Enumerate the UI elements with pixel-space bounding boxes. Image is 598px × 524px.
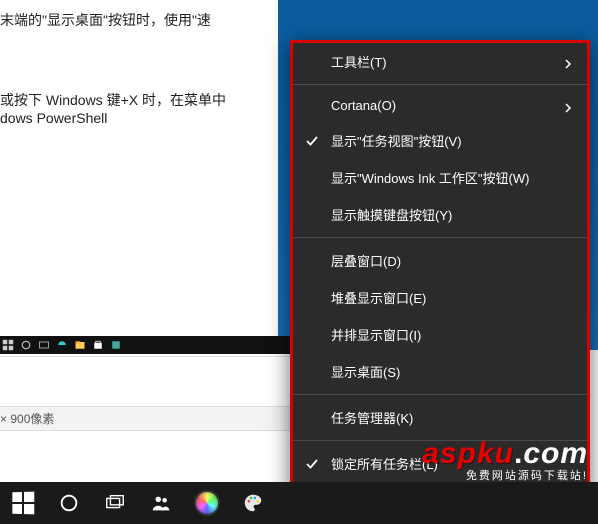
inset-cortana-icon xyxy=(20,339,32,351)
menu-cortana-label: Cortana(O) xyxy=(331,98,396,113)
menu-lock-taskbars[interactable]: 锁定所有任务栏(L) xyxy=(293,445,587,482)
background-document: 末端的"显示桌面"按钮时，使用"速 或按下 Windows 键+X 时，在菜单中… xyxy=(0,0,280,300)
menu-stacked[interactable]: 堆叠显示窗口(E) xyxy=(293,279,587,316)
menu-show-desktop[interactable]: 显示桌面(S) xyxy=(293,353,587,390)
people-icon xyxy=(150,492,172,514)
cortana-circle-icon xyxy=(58,492,80,514)
menu-show-touch-keyboard-label: 显示触摸键盘按钮(Y) xyxy=(331,205,452,224)
app-circle-icon xyxy=(194,490,220,516)
editor-status-bar: × 900像素 xyxy=(0,406,290,431)
people-button[interactable] xyxy=(138,482,184,524)
menu-toolbars[interactable]: 工具栏(T) xyxy=(293,43,587,80)
chevron-right-icon xyxy=(563,57,573,67)
menu-separator xyxy=(293,84,587,85)
windows-taskbar[interactable] xyxy=(0,482,598,524)
menu-stacked-label: 堆叠显示窗口(E) xyxy=(331,288,426,307)
pinned-paint[interactable] xyxy=(230,482,276,524)
inset-edge-icon xyxy=(56,339,68,351)
menu-lock-taskbars-label: 锁定所有任务栏(L) xyxy=(331,454,438,473)
menu-show-desktop-label: 显示桌面(S) xyxy=(331,362,400,381)
menu-cascade-label: 层叠窗口(D) xyxy=(331,251,401,270)
menu-cortana[interactable]: Cortana(O) xyxy=(293,89,587,122)
cortana-button[interactable] xyxy=(46,482,92,524)
menu-show-ink[interactable]: 显示"Windows Ink 工作区"按钮(W) xyxy=(293,159,587,196)
editor-status-text: × 900像素 xyxy=(0,412,54,426)
menu-sidebyside[interactable]: 并排显示窗口(I) xyxy=(293,316,587,353)
inset-store-icon xyxy=(92,339,104,351)
menu-show-taskview[interactable]: 显示"任务视图"按钮(V) xyxy=(293,122,587,159)
menu-cascade[interactable]: 层叠窗口(D) xyxy=(293,242,587,279)
inset-explorer-icon xyxy=(74,339,86,351)
menu-task-manager[interactable]: 任务管理器(K) xyxy=(293,399,587,436)
menu-show-touch-keyboard[interactable]: 显示触摸键盘按钮(Y) xyxy=(293,196,587,233)
menu-show-taskview-label: 显示"任务视图"按钮(V) xyxy=(331,131,462,150)
menu-toolbars-label: 工具栏(T) xyxy=(331,52,387,71)
chevron-right-icon xyxy=(563,101,573,111)
taskbar-context-menu: 工具栏(T) Cortana(O) 显示"任务视图"按钮(V) 显示"Windo… xyxy=(290,40,590,522)
menu-sidebyside-label: 并排显示窗口(I) xyxy=(331,325,421,344)
menu-separator xyxy=(293,394,587,395)
taskview-button[interactable] xyxy=(92,482,138,524)
inset-app-icon xyxy=(110,339,122,351)
menu-show-ink-label: 显示"Windows Ink 工作区"按钮(W) xyxy=(331,168,529,187)
check-icon xyxy=(305,457,319,471)
doc-text-2a: 或按下 Windows 键+X 时，在菜单中 xyxy=(0,90,280,110)
inset-taskview-icon xyxy=(38,339,50,351)
paint-palette-icon xyxy=(242,492,264,514)
inset-taskbar xyxy=(0,336,290,354)
menu-separator xyxy=(293,440,587,441)
doc-text-2b: dows PowerShell xyxy=(0,110,280,126)
start-button[interactable] xyxy=(0,482,46,524)
doc-text-1: 末端的"显示桌面"按钮时，使用"速 xyxy=(0,10,280,30)
check-icon xyxy=(305,134,319,148)
pinned-app[interactable] xyxy=(184,482,230,524)
menu-separator xyxy=(293,237,587,238)
menu-task-manager-label: 任务管理器(K) xyxy=(331,408,413,427)
windows-logo-icon xyxy=(12,492,34,515)
inset-start-icon xyxy=(2,339,14,351)
taskview-icon xyxy=(104,492,126,514)
